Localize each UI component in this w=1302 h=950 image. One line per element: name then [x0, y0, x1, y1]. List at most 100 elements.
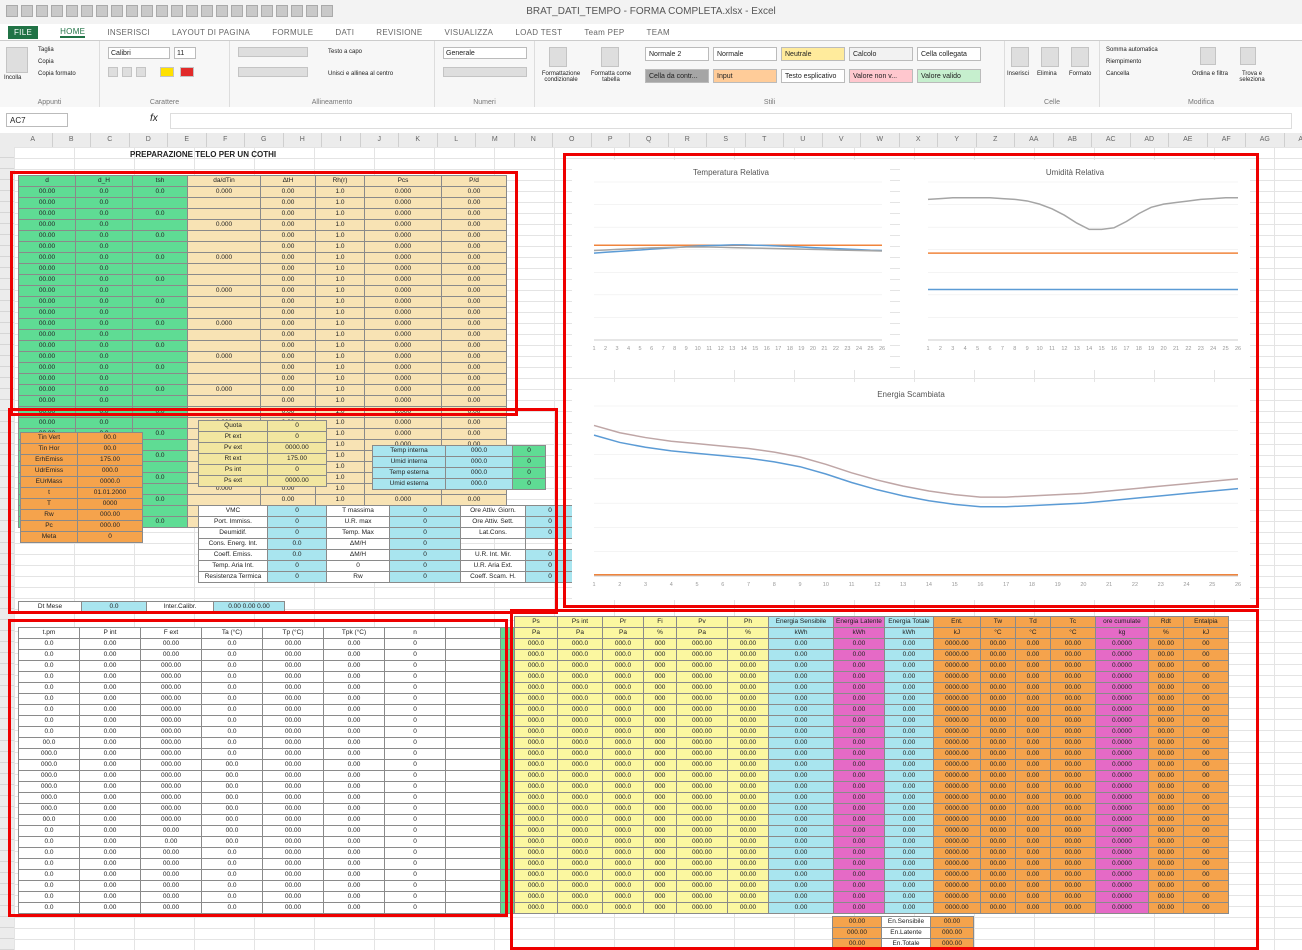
- table-cell[interactable]: 000.00: [140, 693, 202, 705]
- table-cell[interactable]: 0.00: [1014, 880, 1051, 892]
- table-cell[interactable]: 175.00: [77, 454, 143, 466]
- table-cell[interactable]: [445, 814, 501, 826]
- table-cell[interactable]: 000: [643, 880, 677, 892]
- table-cell[interactable]: 000.0: [557, 770, 603, 782]
- table-cell[interactable]: 0.000: [364, 395, 442, 407]
- table-cell[interactable]: 000.0: [602, 704, 644, 716]
- table-cell[interactable]: Tin Hor: [20, 443, 78, 455]
- table-cell[interactable]: 00.00: [979, 649, 1016, 661]
- table-cell[interactable]: 0.00: [768, 715, 834, 727]
- ribbon-tab[interactable]: HOME: [60, 27, 86, 38]
- table-cell[interactable]: 0.00: [323, 638, 385, 650]
- merge-center-button[interactable]: Unisci e allinea al centro: [328, 71, 393, 77]
- table-cell[interactable]: 0.00: [1014, 737, 1051, 749]
- table-cell[interactable]: 000.0: [514, 649, 558, 661]
- table-cell[interactable]: 0000.00: [932, 693, 981, 705]
- table-cell[interactable]: 00.00: [262, 715, 324, 727]
- table-cell[interactable]: 00.00: [979, 803, 1016, 815]
- table-cell[interactable]: Port. Immiss.: [198, 516, 268, 528]
- table-cell[interactable]: 0.00: [1014, 759, 1051, 771]
- table-cell[interactable]: 00.00: [727, 715, 769, 727]
- table-cell[interactable]: 0.00 0.00 0.00: [213, 601, 285, 613]
- table-cell[interactable]: ΔM/H: [326, 538, 390, 550]
- table-cell[interactable]: 0.0: [18, 715, 80, 727]
- table-cell[interactable]: 0: [267, 571, 327, 583]
- table-cell[interactable]: 000.0: [77, 465, 143, 477]
- table-cell[interactable]: 000.00: [676, 737, 728, 749]
- table-cell[interactable]: 00.00: [1147, 682, 1184, 694]
- table-cell[interactable]: ErhEmiss: [20, 454, 78, 466]
- table-cell[interactable]: 000.0: [445, 445, 513, 457]
- table-cell[interactable]: 0.0000: [1094, 649, 1149, 661]
- table-cell[interactable]: 0.0: [201, 660, 263, 672]
- table-cell[interactable]: 000.00: [676, 704, 728, 716]
- table-cell[interactable]: 000.0: [514, 792, 558, 804]
- table-cell[interactable]: 0.0: [18, 682, 80, 694]
- ribbon-tab[interactable]: VISUALIZZA: [445, 28, 494, 37]
- table-cell[interactable]: 0.0: [75, 373, 133, 385]
- table-cell[interactable]: [132, 373, 188, 385]
- table-cell[interactable]: 0.00: [323, 737, 385, 749]
- table-cell[interactable]: 1.0: [315, 274, 365, 286]
- table-cell[interactable]: [445, 638, 501, 650]
- table-cell[interactable]: 000.00: [676, 660, 728, 672]
- table-cell[interactable]: 0.00: [260, 186, 316, 198]
- table-cell[interactable]: 0.0: [75, 285, 133, 297]
- table-cell[interactable]: 0.0: [18, 649, 80, 661]
- table-cell[interactable]: 00.00: [18, 318, 76, 330]
- table-cell[interactable]: 00.00: [1049, 638, 1096, 650]
- table-cell[interactable]: 00.00: [18, 230, 76, 242]
- table-cell[interactable]: 0.0: [75, 208, 133, 220]
- table-cell[interactable]: 000: [643, 660, 677, 672]
- table-cell[interactable]: 0.00: [768, 693, 834, 705]
- table-cell[interactable]: 00.00: [979, 715, 1016, 727]
- table-cell[interactable]: 00.00: [930, 916, 974, 928]
- column-header[interactable]: J: [361, 133, 399, 147]
- table-cell[interactable]: 00: [1182, 649, 1229, 661]
- table-cell[interactable]: 000.0: [557, 649, 603, 661]
- table-cell[interactable]: Meta: [20, 531, 78, 543]
- table-cell[interactable]: 0.00: [768, 869, 834, 881]
- table-cell[interactable]: 0.00: [79, 693, 141, 705]
- table-cell[interactable]: Pa: [602, 627, 644, 639]
- table-cell[interactable]: 0.00: [441, 307, 507, 319]
- column-header[interactable]: AG: [1246, 133, 1285, 147]
- table-cell[interactable]: 00.00: [727, 891, 769, 903]
- table-cell[interactable]: 00.00: [979, 759, 1016, 771]
- table-cell[interactable]: 0.0000: [1094, 671, 1149, 683]
- row-header[interactable]: [0, 862, 14, 873]
- table-cell[interactable]: 000.0: [514, 836, 558, 848]
- table-cell[interactable]: Ore Attiv. Sett.: [460, 516, 526, 528]
- table-cell[interactable]: d_H: [75, 175, 133, 187]
- table-cell[interactable]: 000.00: [676, 825, 728, 837]
- column-header[interactable]: N: [515, 133, 553, 147]
- table-cell[interactable]: 00: [1182, 704, 1229, 716]
- table-cell[interactable]: 0.00: [441, 219, 507, 231]
- style-swatch[interactable]: Normale 2: [645, 47, 709, 61]
- table-cell[interactable]: 0.000: [364, 219, 442, 231]
- table-cell[interactable]: 000.0: [557, 693, 603, 705]
- paste-icon[interactable]: [6, 47, 28, 73]
- table-cell[interactable]: 1.0: [315, 340, 365, 352]
- table-cell[interactable]: 00.00: [18, 285, 76, 297]
- table-cell[interactable]: 0.00: [883, 803, 934, 815]
- table-cell[interactable]: 00.00: [979, 660, 1016, 672]
- table-cell[interactable]: 000.0: [557, 682, 603, 694]
- table-cell[interactable]: 0.000: [364, 186, 442, 198]
- table-cell[interactable]: 0.000: [364, 263, 442, 275]
- table-cell[interactable]: 00.00: [262, 902, 324, 914]
- row-header[interactable]: [0, 708, 14, 719]
- table-cell[interactable]: 0.00: [260, 318, 316, 330]
- column-header[interactable]: A: [14, 133, 53, 147]
- table-cell[interactable]: 0000.00: [932, 847, 981, 859]
- table-cell[interactable]: 000: [643, 726, 677, 738]
- table-cell[interactable]: 0: [384, 836, 446, 848]
- table-cell[interactable]: 000.0: [602, 726, 644, 738]
- table-cell[interactable]: 0.0000: [1094, 880, 1149, 892]
- table-cell[interactable]: 1.0: [315, 329, 365, 341]
- sort-filter-button[interactable]: Ordina e filtra: [1190, 71, 1230, 77]
- table-cell[interactable]: 00.00: [979, 781, 1016, 793]
- table-cell[interactable]: VMC: [198, 505, 268, 517]
- ribbon-tab[interactable]: INSERISCI: [107, 28, 150, 37]
- style-swatch[interactable]: Valore valido: [917, 69, 981, 83]
